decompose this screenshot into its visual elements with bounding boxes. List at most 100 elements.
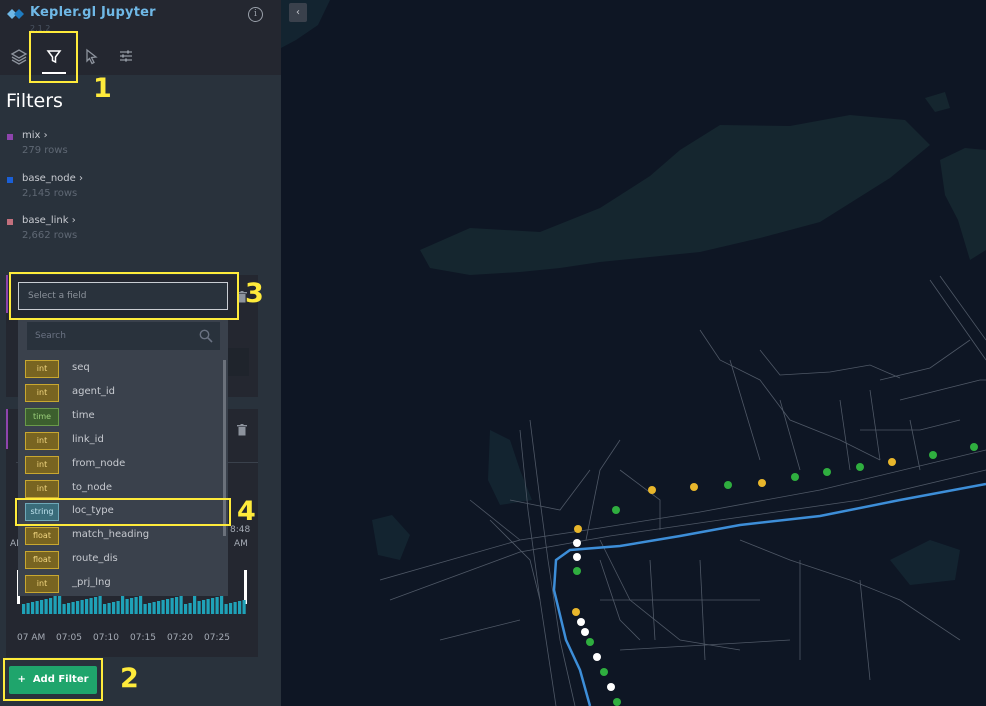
gps-point[interactable] [586, 638, 594, 646]
annotation-box-2 [3, 658, 103, 701]
filter-card-color-bar [6, 275, 8, 313]
panel-title: Filters [6, 90, 63, 112]
annotation-box-1 [29, 31, 78, 83]
gps-point[interactable] [573, 567, 581, 575]
tab-layers[interactable] [8, 45, 30, 67]
gps-point[interactable] [823, 468, 831, 476]
field-option[interactable]: int _prj_lng [25, 575, 215, 594]
histogram-bar [89, 598, 93, 614]
field-option-label: from_node [72, 457, 126, 469]
gps-point[interactable] [573, 553, 581, 561]
gps-point[interactable] [724, 481, 732, 489]
histogram-bar [143, 604, 147, 614]
dataset-row-count: 2,145 rows [22, 188, 78, 199]
field-option-label: to_node [72, 481, 112, 493]
field-option[interactable]: int seq [25, 360, 215, 378]
histogram-bar [31, 602, 35, 614]
gps-point[interactable] [758, 479, 766, 487]
gps-point[interactable] [581, 628, 589, 636]
filter-card-color-bar [6, 409, 8, 449]
field-type-badge: int [25, 455, 59, 474]
field-option[interactable]: float match_heading [25, 527, 215, 546]
histogram-bar [35, 601, 39, 614]
gps-point[interactable] [574, 525, 582, 533]
gps-point[interactable] [613, 698, 621, 706]
histogram-bar [22, 604, 26, 614]
histogram-bar [148, 603, 152, 614]
gps-point[interactable] [888, 458, 896, 466]
gps-point[interactable] [856, 463, 864, 471]
field-type-badge: int [25, 575, 59, 594]
chevron-right-icon: › [71, 215, 76, 226]
annotation-box-4 [15, 498, 231, 526]
collapse-panel-button[interactable]: ‹ [289, 3, 307, 22]
histogram-bar [188, 603, 192, 614]
time-end-period: AM [234, 539, 248, 549]
histogram-bar [206, 599, 210, 614]
histogram-bar [152, 602, 156, 614]
field-option[interactable]: int from_node [25, 455, 215, 474]
search-icon [199, 329, 213, 343]
gps-point[interactable] [593, 653, 601, 661]
gps-point[interactable] [600, 668, 608, 676]
gps-point[interactable] [648, 486, 656, 494]
gps-point[interactable] [970, 443, 978, 451]
field-option[interactable]: float route_dis [25, 551, 215, 570]
dataset-color-swatch [7, 134, 13, 140]
gps-point[interactable] [929, 451, 937, 459]
gps-point[interactable] [573, 539, 581, 547]
info-icon[interactable]: i [248, 7, 263, 22]
gps-point[interactable] [572, 608, 580, 616]
histogram-bar [94, 597, 98, 614]
field-type-badge: time [25, 407, 59, 426]
histogram-bar [112, 602, 116, 614]
histogram-bar [215, 597, 219, 614]
axis-tick-label: 07:20 [167, 633, 193, 643]
field-option-label: route_dis [72, 553, 118, 565]
histogram-bar [107, 603, 111, 614]
field-option-label: link_id [72, 433, 104, 445]
field-option[interactable]: int agent_id [25, 383, 215, 402]
gps-point[interactable] [791, 473, 799, 481]
field-option-label: _prj_lng [72, 577, 111, 589]
chevron-left-icon: ‹ [296, 7, 300, 18]
annotation-label-2: 2 [120, 663, 139, 694]
histogram-bar [184, 604, 188, 614]
histogram-bar [202, 600, 206, 614]
axis-tick-label: 07:05 [56, 633, 82, 643]
dataset-name: base_node › [22, 173, 83, 184]
axis-tick-label: 07:15 [130, 633, 156, 643]
histogram-bar [40, 600, 44, 614]
histogram-bar [62, 604, 66, 614]
histogram-bar [161, 600, 165, 614]
histogram-bar [125, 599, 129, 614]
field-option[interactable]: int link_id [25, 431, 215, 450]
histogram-bar [44, 599, 48, 614]
layers-icon [10, 49, 28, 65]
gps-point[interactable] [690, 483, 698, 491]
field-option[interactable]: time time [25, 407, 215, 426]
histogram-bar [67, 603, 71, 614]
gps-point[interactable] [577, 618, 585, 626]
dataset-row-count: 279 rows [22, 145, 68, 156]
chevron-right-icon: › [43, 130, 48, 141]
search-placeholder: Search [35, 331, 66, 341]
map-canvas[interactable] [281, 0, 986, 706]
gps-point[interactable] [612, 506, 620, 514]
annotation-label-1: 1 [93, 73, 112, 104]
field-type-badge: int [25, 383, 59, 402]
histogram-bar [76, 601, 80, 614]
trash-icon[interactable] [237, 424, 247, 436]
histogram-bar [179, 596, 183, 614]
field-search-input[interactable]: Search [27, 322, 220, 350]
histogram-bar [197, 601, 201, 614]
histogram-bar [166, 599, 170, 614]
tab-interactions[interactable] [80, 45, 102, 67]
histogram-bar [116, 601, 120, 614]
interaction-icon [86, 48, 98, 65]
histogram-bar [49, 598, 53, 614]
gps-point[interactable] [607, 683, 615, 691]
histogram-bar [98, 596, 102, 614]
field-option[interactable]: int to_node [25, 479, 215, 498]
tab-map-settings[interactable] [115, 45, 137, 67]
